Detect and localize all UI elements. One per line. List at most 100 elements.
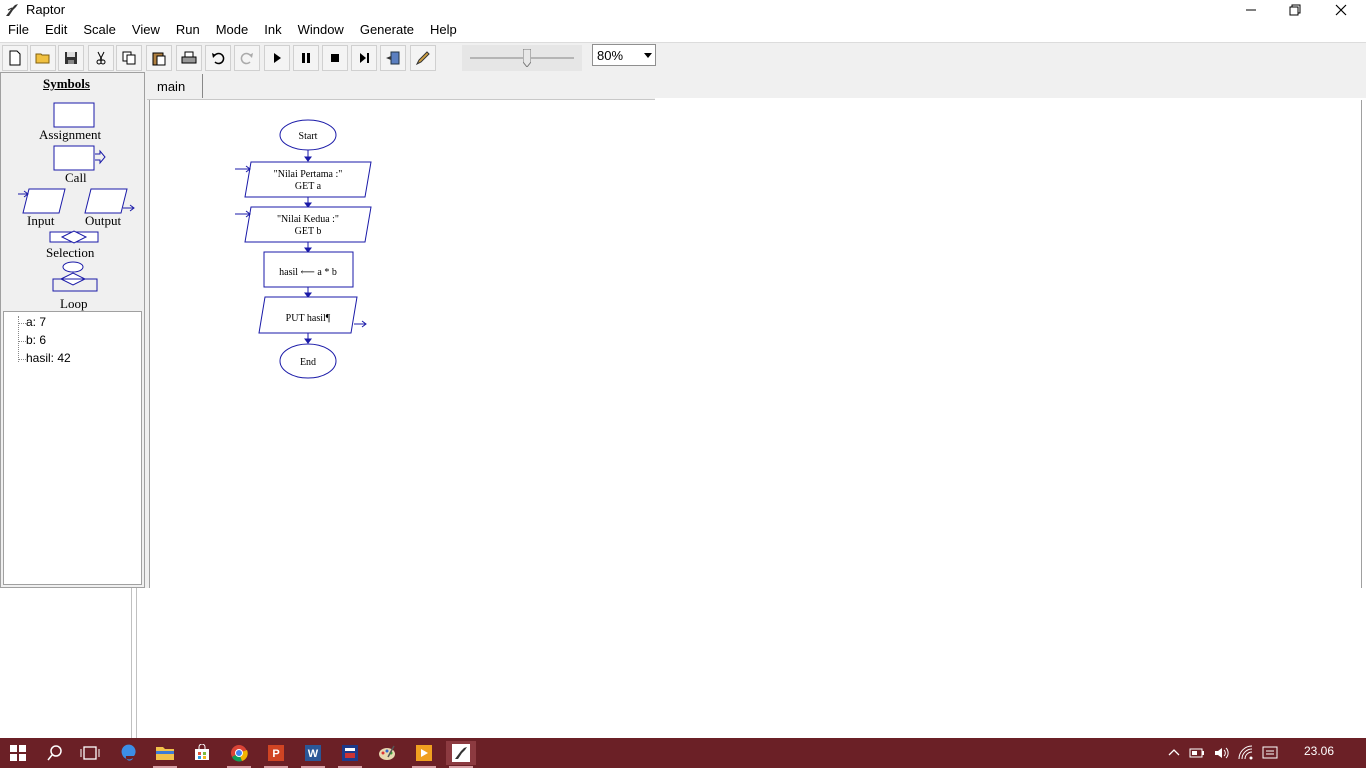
- task-view-icon: [80, 746, 100, 760]
- media-player-button[interactable]: [409, 741, 439, 768]
- start-button[interactable]: [3, 741, 33, 765]
- input-node-a[interactable]: "Nilai Pertama :" GET a: [235, 161, 372, 198]
- battery-icon[interactable]: [1189, 745, 1205, 761]
- ink-pen-button[interactable]: [410, 45, 436, 71]
- menu-mode[interactable]: Mode: [208, 20, 257, 40]
- pause-button[interactable]: [293, 45, 319, 71]
- menu-edit[interactable]: Edit: [37, 20, 75, 40]
- call-label: Call: [65, 170, 87, 185]
- open-button[interactable]: [30, 45, 56, 71]
- assignment-node[interactable]: hasil ⟵ a * b: [263, 251, 354, 288]
- print-button[interactable]: [176, 45, 202, 71]
- menu-ink[interactable]: Ink: [256, 20, 289, 40]
- output-node[interactable]: PUT hasil¶: [258, 296, 367, 334]
- input-b-prompt: "Nilai Kedua :": [277, 214, 339, 225]
- clock[interactable]: 23.06: [1304, 744, 1334, 758]
- copy-icon: [122, 51, 136, 65]
- raptor-taskbar-button[interactable]: [446, 741, 476, 768]
- notifications-icon[interactable]: [1262, 745, 1278, 761]
- redo-icon: [240, 52, 253, 65]
- zoom-slider[interactable]: [462, 45, 582, 71]
- undo-button[interactable]: [205, 45, 231, 71]
- assignment-symbol-icon[interactable]: [53, 102, 95, 128]
- edge-button[interactable]: [113, 741, 143, 765]
- paste-button[interactable]: [146, 45, 172, 71]
- tab-strip: main: [147, 72, 655, 100]
- paint-button[interactable]: [372, 741, 402, 765]
- raptor-doc-button[interactable]: [335, 741, 365, 768]
- menu-generate[interactable]: Generate: [352, 20, 422, 40]
- stop-icon: [331, 54, 339, 62]
- call-symbol-icon[interactable]: [53, 145, 107, 171]
- output-text: PUT hasil¶: [286, 313, 331, 324]
- input-symbol-icon[interactable]: [17, 188, 67, 214]
- menu-file[interactable]: File: [0, 20, 37, 40]
- minimize-button[interactable]: [1228, 0, 1274, 20]
- output-symbol-icon[interactable]: [83, 188, 137, 214]
- minimize-icon: [1246, 9, 1256, 11]
- start-node[interactable]: Start: [279, 119, 337, 151]
- dropdown-arrow-icon[interactable]: [641, 45, 655, 65]
- powerpoint-icon: P: [268, 745, 284, 761]
- test-server-button[interactable]: [380, 45, 406, 71]
- search-button[interactable]: [40, 741, 70, 765]
- menu-view[interactable]: View: [124, 20, 168, 40]
- stop-button[interactable]: [322, 45, 348, 71]
- variable-b: b: 6: [26, 333, 47, 347]
- chrome-button[interactable]: [224, 741, 254, 768]
- tab-main[interactable]: main: [151, 74, 203, 98]
- save-button[interactable]: [58, 45, 84, 71]
- output-label: Output: [85, 213, 122, 228]
- menu-window[interactable]: Window: [290, 20, 352, 40]
- end-label: End: [300, 357, 316, 368]
- volume-icon[interactable]: [1213, 745, 1229, 761]
- menu-help[interactable]: Help: [422, 20, 465, 40]
- store-button[interactable]: [187, 741, 217, 765]
- powerpoint-button[interactable]: P: [261, 741, 291, 768]
- step-button[interactable]: [351, 45, 377, 71]
- restore-button[interactable]: [1272, 0, 1318, 20]
- new-button[interactable]: [2, 45, 28, 71]
- task-view-button[interactable]: [75, 741, 105, 765]
- copy-button[interactable]: [116, 45, 142, 71]
- raptor-app-icon: [6, 4, 18, 16]
- input-node-b[interactable]: "Nilai Kedua :" GET b: [235, 206, 372, 243]
- tree-connector: [18, 359, 26, 360]
- edge-icon: [121, 744, 136, 761]
- new-file-icon: [9, 50, 21, 66]
- toolbar: [0, 42, 1366, 72]
- tree-connector: [18, 341, 26, 342]
- assignment-text: hasil ⟵ a * b: [279, 267, 337, 278]
- zoom-select[interactable]: 80%: [592, 44, 656, 66]
- zoom-slider-thumb[interactable]: [523, 49, 532, 67]
- chevron-up-icon[interactable]: [1166, 745, 1182, 761]
- selection-symbol-icon[interactable]: [49, 230, 99, 244]
- redo-button[interactable]: [234, 45, 260, 71]
- close-button[interactable]: [1318, 0, 1364, 20]
- word-button[interactable]: W: [298, 741, 328, 768]
- menu-run[interactable]: Run: [168, 20, 208, 40]
- pen-icon: [415, 51, 430, 66]
- wifi-icon[interactable]: [1238, 745, 1254, 761]
- end-node[interactable]: End: [279, 343, 337, 379]
- window-title: Raptor: [26, 2, 66, 17]
- loop-label: Loop: [60, 296, 88, 311]
- search-icon: [47, 745, 62, 761]
- loop-symbol-icon[interactable]: [51, 261, 99, 293]
- test-server-icon: [386, 51, 400, 65]
- print-icon: [181, 51, 197, 64]
- symbols-header: Symbols: [43, 76, 90, 91]
- input-b-get: GET b: [295, 226, 322, 237]
- selection-label: Selection: [46, 245, 95, 260]
- input-a-prompt: "Nilai Pertama :": [274, 169, 343, 180]
- tree-connector: [18, 323, 26, 324]
- zoom-slider-track: [470, 57, 574, 59]
- run-button[interactable]: [264, 45, 290, 71]
- cut-button[interactable]: [88, 45, 114, 71]
- menu-bar: File Edit Scale View Run Mode Ink Window…: [0, 20, 1366, 40]
- menu-scale[interactable]: Scale: [75, 20, 124, 40]
- chrome-icon: [231, 745, 248, 762]
- store-icon: [195, 744, 209, 760]
- panel-border: [131, 588, 137, 738]
- file-explorer-button[interactable]: [150, 741, 180, 768]
